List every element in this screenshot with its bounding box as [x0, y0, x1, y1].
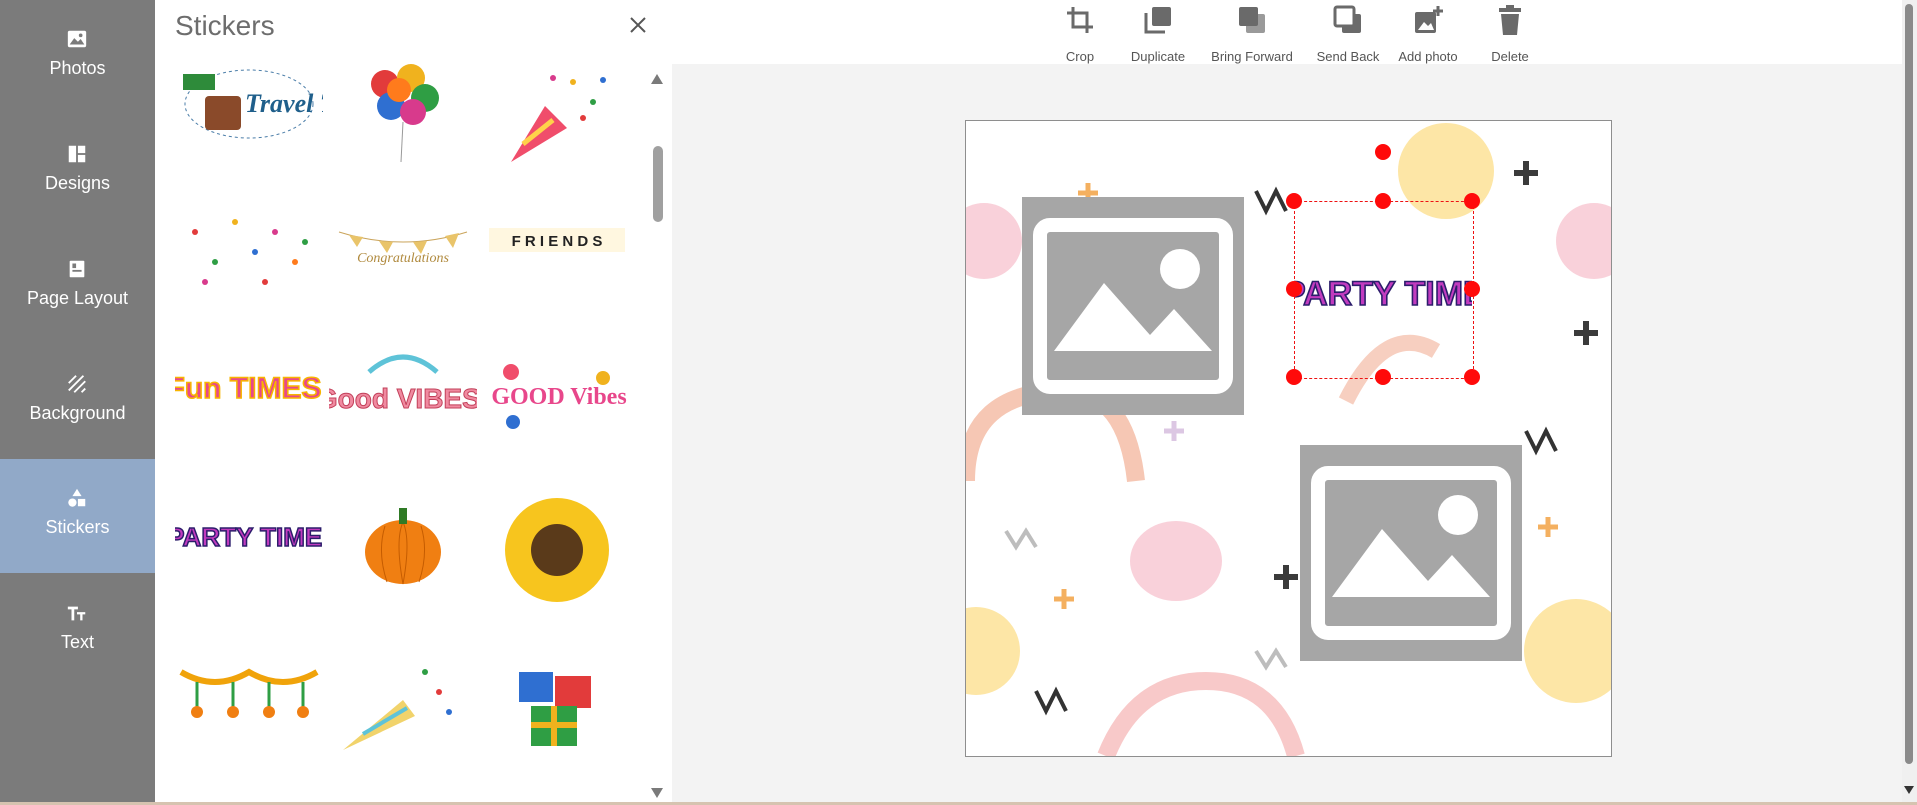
resize-handle-top-left[interactable] [1286, 193, 1302, 209]
tool-label: Duplicate [1130, 49, 1186, 64]
stickers-panel: Stickers Travel TIME! [155, 0, 672, 802]
image-placeholder-icon [1033, 218, 1233, 394]
add-photo-button[interactable]: Add photo [1392, 0, 1464, 64]
sidebar-item-label: Designs [44, 173, 111, 193]
sidebar-item-photos[interactable]: Photos [0, 0, 155, 114]
resize-handle-bottom-right[interactable] [1464, 369, 1480, 385]
crop-icon [1067, 7, 1093, 33]
sidebar-item-text[interactable]: Text [0, 574, 155, 688]
sidebar-item-label: Background [29, 403, 126, 423]
congratulations-bunting-sticker[interactable]: Congratulations [329, 202, 477, 322]
sticker-text: F R I E N D S [512, 233, 603, 250]
resize-handle-left[interactable] [1286, 281, 1302, 297]
crop-button[interactable]: Crop [1050, 0, 1110, 64]
party-horn-sticker[interactable] [329, 652, 477, 772]
send-back-icon [1333, 5, 1361, 33]
pumpkin-sticker[interactable] [329, 492, 477, 612]
panel-scrollbar[interactable] [651, 68, 665, 800]
confetti-sticker[interactable] [175, 202, 323, 322]
sidebar-item-label: Page Layout [26, 288, 129, 308]
sticker-text: GOOD Vibes [491, 384, 626, 410]
duplicate-button[interactable]: Duplicate [1122, 0, 1194, 64]
party-time-sticker-image: PARTY TIME! [1282, 274, 1498, 314]
sticker-text: Congratulations [357, 251, 449, 266]
scroll-down-icon[interactable] [1904, 786, 1914, 794]
tool-label: Delete [1491, 49, 1529, 64]
resize-handle-bottom[interactable] [1375, 369, 1391, 385]
sidebar-item-designs[interactable]: Designs [0, 115, 155, 229]
close-icon[interactable] [623, 10, 653, 40]
photo-placeholder[interactable] [1022, 197, 1244, 415]
tool-label: Send Back [1316, 49, 1380, 64]
good-vibes-floral-sticker[interactable]: GOOD Vibes [483, 342, 631, 462]
party-time-sticker[interactable]: PARTY TIME! [175, 492, 332, 612]
background-icon [68, 375, 86, 393]
page-scroll-thumb[interactable] [1905, 4, 1913, 764]
resize-handle-top-right[interactable] [1464, 193, 1480, 209]
toolbar: Crop Duplicate Bring Forward Send Back A… [672, 0, 1902, 64]
design-canvas[interactable]: PARTY TIME! [965, 120, 1612, 757]
sidebar-item-page-layout[interactable]: Page Layout [0, 230, 155, 344]
travel-time-sticker[interactable]: Travel TIME! [175, 62, 396, 182]
sidebar-item-stickers[interactable]: Stickers [0, 459, 155, 573]
balloons-sticker[interactable] [329, 62, 477, 182]
sticker-text: Travel TIME! [245, 89, 323, 118]
send-back-button[interactable]: Send Back [1300, 0, 1396, 64]
sidebar: Photos Designs Page Layout Background St… [0, 0, 155, 802]
sidebar-item-label: Text [60, 632, 94, 652]
sticker-text: PARTY TIME! [1294, 275, 1472, 313]
add-photo-icon [1415, 6, 1443, 33]
sidebar-item-label: Stickers [45, 517, 110, 537]
page-scrollbar[interactable] [1902, 0, 1917, 802]
sunflower-sticker[interactable] [483, 492, 631, 612]
duplicate-icon [1144, 7, 1171, 34]
image-placeholder-icon [1311, 466, 1511, 640]
shapes-icon [68, 488, 86, 507]
photo-placeholder[interactable] [1300, 445, 1522, 661]
selected-sticker[interactable]: PARTY TIME! [1282, 201, 1498, 377]
sticker-text: Fun TIMES! [175, 372, 323, 405]
scroll-thumb[interactable] [653, 146, 663, 222]
sticker-text: PARTY TIME! [175, 522, 323, 552]
resize-handle-right[interactable] [1464, 281, 1480, 297]
layout-icon [69, 260, 85, 278]
resize-handle-bottom-left[interactable] [1286, 369, 1302, 385]
trash-icon [1499, 5, 1521, 35]
fun-times-sticker[interactable]: Fun TIMES! [175, 342, 332, 462]
bring-forward-button[interactable]: Bring Forward [1204, 0, 1300, 64]
sidebar-item-label: Photos [49, 58, 106, 78]
gift-boxes-sticker[interactable] [483, 652, 631, 772]
sidebar-item-background[interactable]: Background [0, 345, 155, 459]
scroll-up-icon[interactable] [651, 74, 663, 84]
delete-button[interactable]: Delete [1482, 0, 1538, 64]
rotate-handle[interactable] [1375, 144, 1391, 160]
image-icon [67, 30, 87, 48]
good-vibes-pink-sticker[interactable]: Good VIBES! [315, 342, 491, 462]
grid-icon [68, 145, 86, 163]
bring-forward-icon [1239, 7, 1265, 33]
party-popper-sticker[interactable] [483, 62, 631, 182]
text-size-icon [67, 606, 86, 621]
marigold-garland-sticker[interactable] [175, 652, 323, 772]
panel-title: Stickers [175, 10, 275, 41]
tool-label: Crop [1065, 49, 1095, 64]
resize-handle-top[interactable] [1375, 193, 1391, 209]
friends-banner-sticker[interactable]: F R I E N D S [483, 202, 631, 322]
scroll-down-icon[interactable] [651, 788, 663, 798]
sticker-text: Good VIBES! [329, 383, 477, 414]
tool-label: Add photo [1398, 49, 1458, 64]
tool-label: Bring Forward [1211, 49, 1293, 64]
sticker-grid: Travel TIME! [175, 62, 635, 802]
